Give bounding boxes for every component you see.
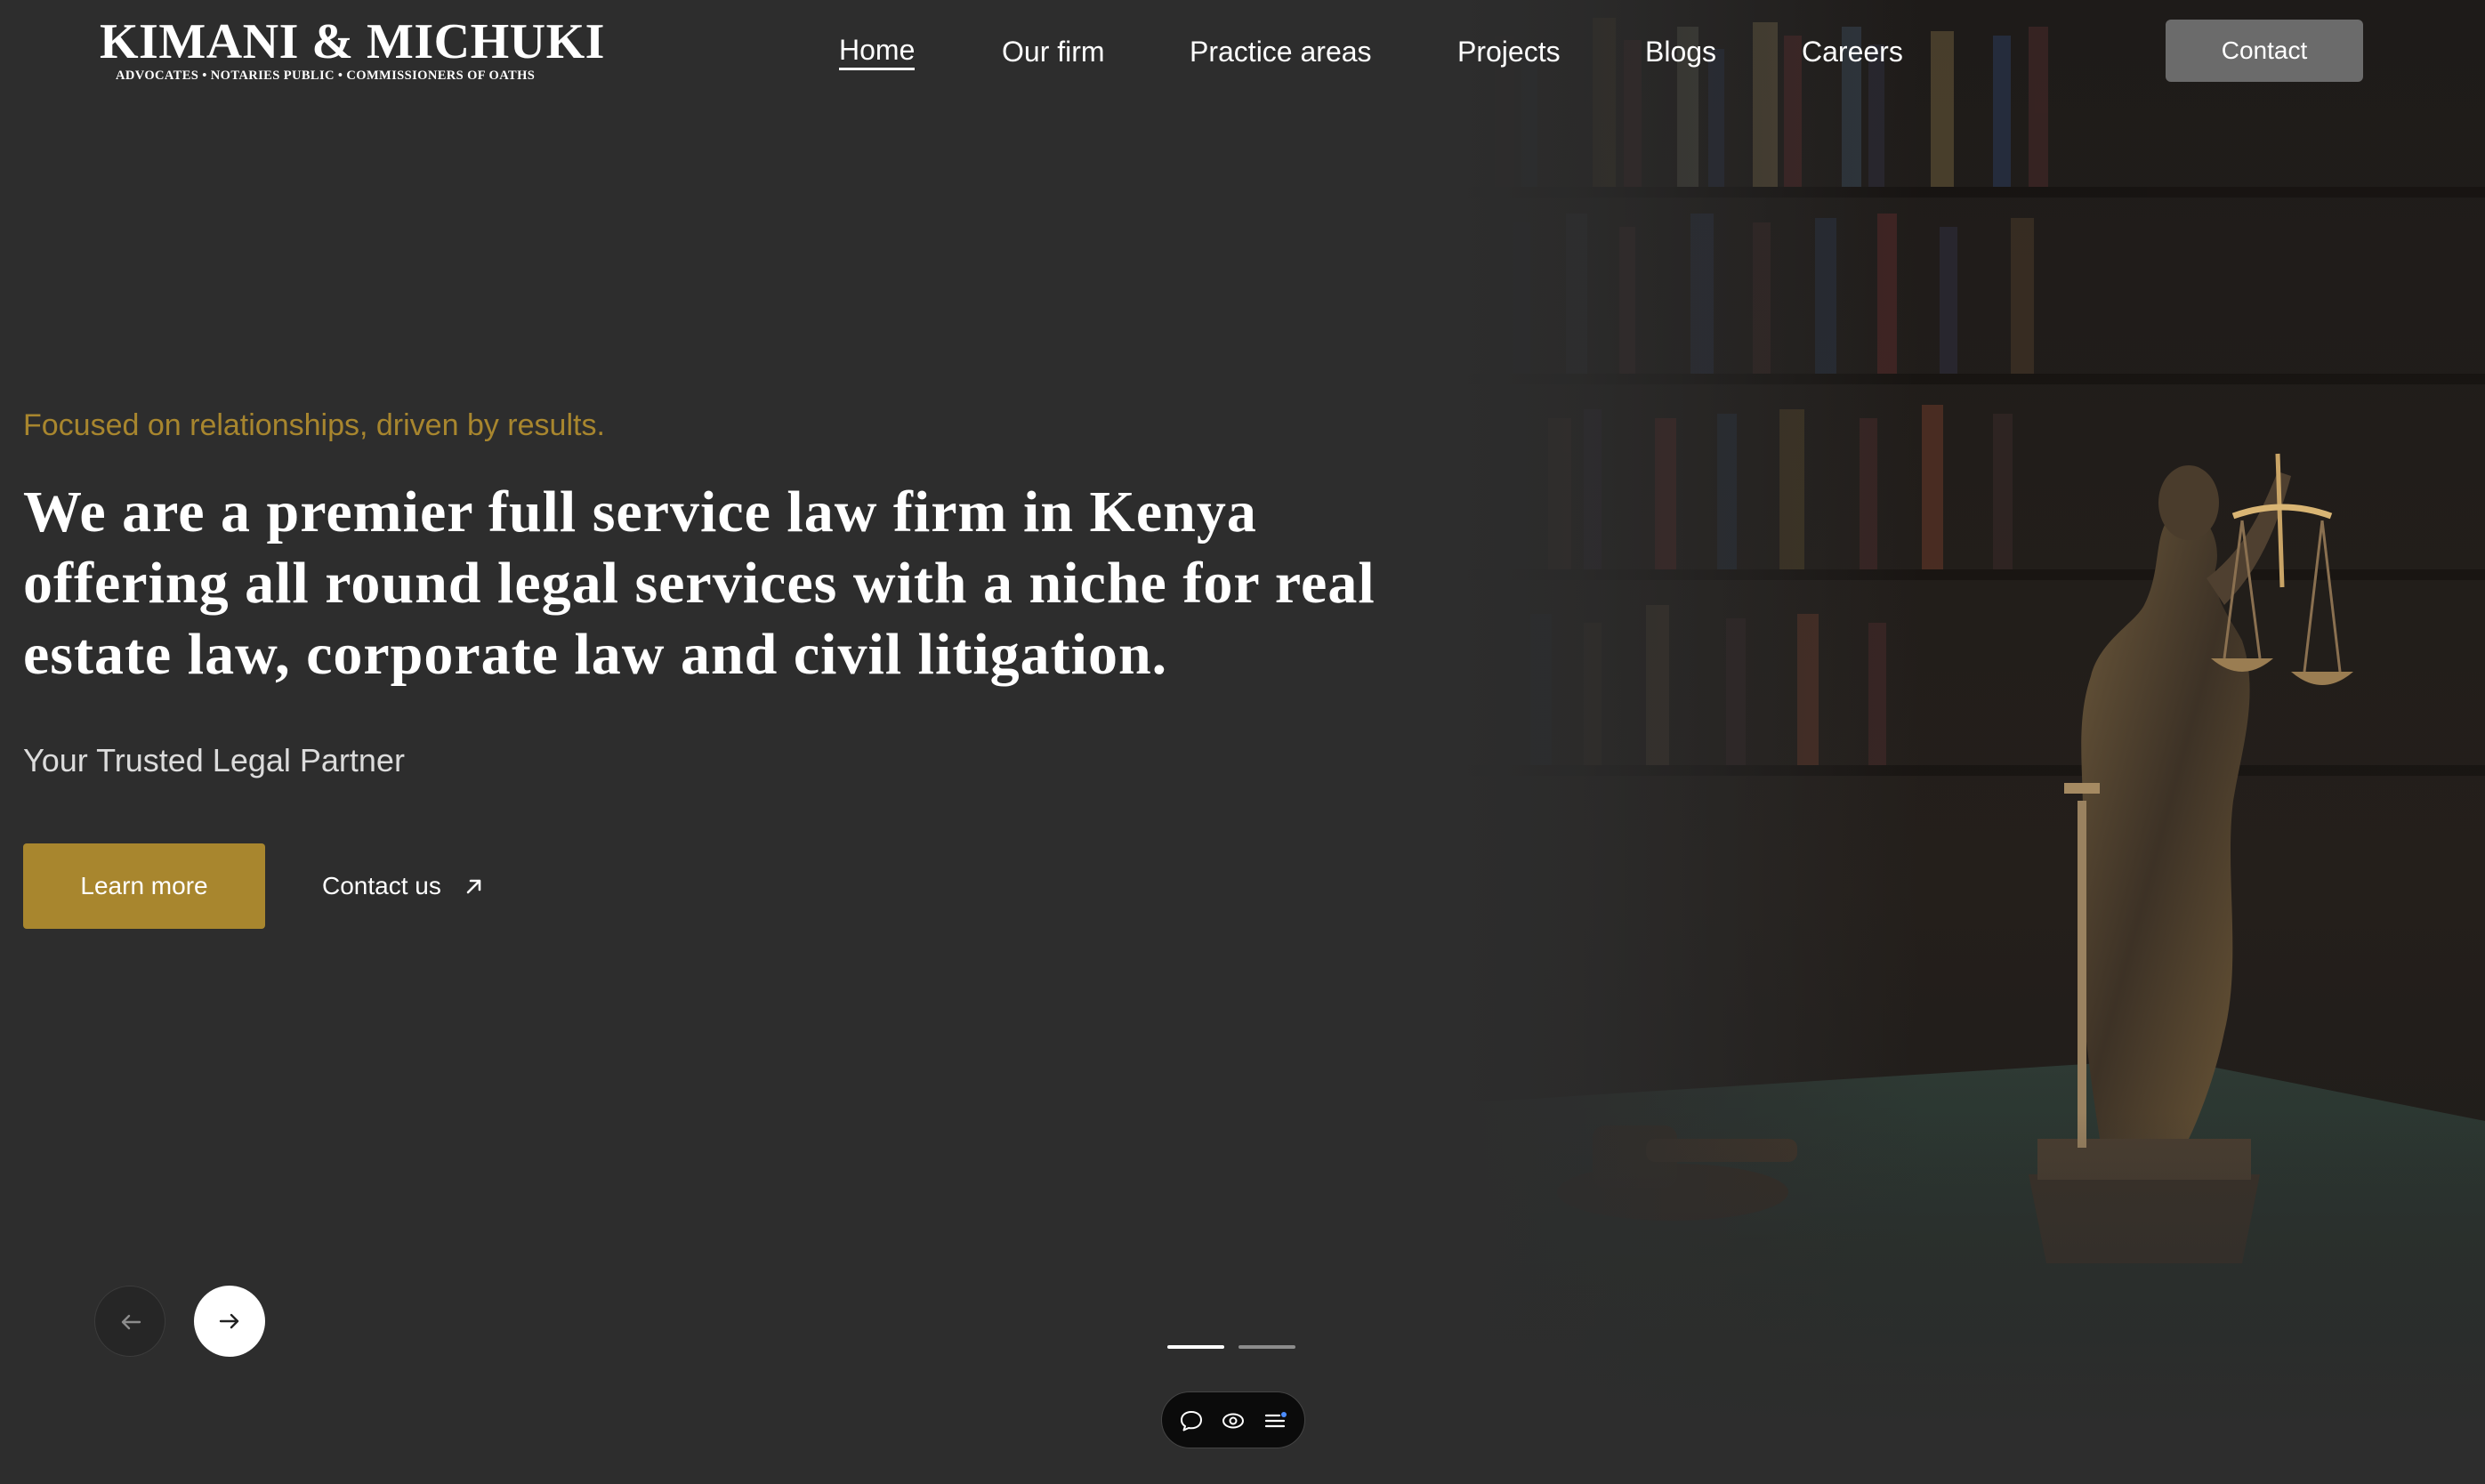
contact-us-label: Contact us [322,872,441,899]
nav-item-home[interactable]: Home [839,32,916,70]
nav-item-practice-areas[interactable]: Practice areas [1190,32,1372,71]
contact-button[interactable]: Contact [2166,20,2363,82]
brand-subtitle: ADVOCATES • NOTARIES PUBLIC • COMMISSION… [116,69,536,83]
brand-logo[interactable]: KIMANI & MICHUKI ADVOCATES • NOTARIES PU… [100,14,605,84]
hero-tagline: Your Trusted Legal Partner [23,742,405,778]
hero-headline: We are a premier full service law firm i… [23,480,1376,687]
nav-item-blogs[interactable]: Blogs [1645,32,1716,71]
chat-bubble-icon[interactable] [1178,1407,1205,1434]
hero-image [1459,0,2485,1484]
slider-dot-1[interactable] [1167,1345,1224,1349]
floating-toolbar [1161,1391,1305,1448]
learn-more-button[interactable]: Learn more [23,843,265,929]
contact-us-link[interactable]: Contact us [322,867,484,906]
slider-prev-button[interactable] [94,1286,165,1357]
slider-next-button[interactable] [194,1286,265,1357]
arrow-right-icon [219,1313,239,1329]
arrow-up-right-icon [464,868,484,907]
nav-item-projects[interactable]: Projects [1457,32,1561,71]
arrow-left-icon [121,1314,141,1330]
hero-eyebrow: Focused on relationships, driven by resu… [23,408,605,442]
slider-dot-2[interactable] [1238,1345,1295,1349]
brand-name: KIMANI & MICHUKI [100,14,605,69]
nav-item-our-firm[interactable]: Our firm [1002,32,1105,71]
eye-icon[interactable] [1220,1407,1247,1434]
nav-item-careers[interactable]: Careers [1802,32,1903,71]
list-icon[interactable] [1262,1407,1288,1434]
